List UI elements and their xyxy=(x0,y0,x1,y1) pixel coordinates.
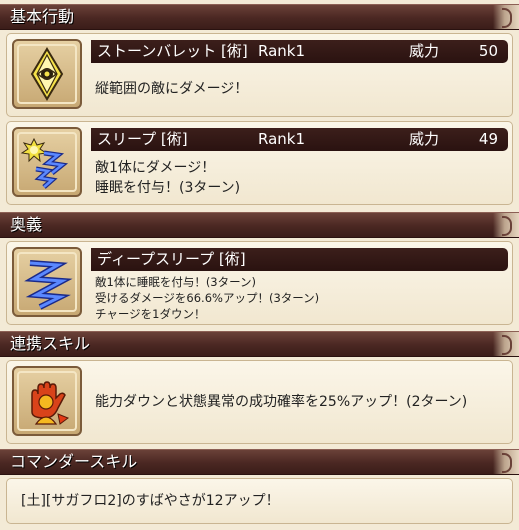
section-title: コマンダースキル xyxy=(10,452,138,471)
skill-title-bar: スリープ [術] Rank1 威力 49 xyxy=(91,128,508,151)
skill-card-stone-bullet[interactable]: ストーンバレット [術] Rank1 威力 50 縦範囲の敵にダメージ！ xyxy=(6,33,513,117)
section-title: 基本行動 xyxy=(10,7,75,26)
commander-skill-card[interactable]: [土][サガフロ2]のすばやさが12アップ！ xyxy=(6,478,513,524)
link-skill-card[interactable]: 能力ダウンと状態異常の成功確率を25%アップ！(2ターン) xyxy=(6,360,513,444)
section-title: 連携スキル xyxy=(10,334,91,353)
commander-skill-description: [土][サガフロ2]のすばやさが12アップ！ xyxy=(21,493,280,509)
skill-rank: Rank1 xyxy=(258,42,306,60)
section-header-ougi: 奥義 xyxy=(0,212,519,238)
skill-title-bar: ストーンバレット [術] Rank1 威力 50 xyxy=(91,40,508,63)
skill-description: 縦範囲の敵にダメージ！ xyxy=(95,79,248,99)
link-skill-hand-icon xyxy=(12,366,82,436)
section-title: 奥義 xyxy=(10,215,43,234)
sleep-zigzag-icon xyxy=(12,127,82,197)
skill-description: 敵1体に睡眠を付与！(3ターン) 受けるダメージを66.6%アップ！(3ターン)… xyxy=(95,274,319,322)
skill-card-sleep[interactable]: スリープ [術] Rank1 威力 49 敵1体にダメージ！ 睡眠を付与！(3タ… xyxy=(6,121,513,205)
description-line: 敵1体にダメージ！ xyxy=(95,160,216,176)
section-header-basic-actions: 基本行動 xyxy=(0,4,519,30)
section-header-link-skill: 連携スキル xyxy=(0,331,519,357)
skill-card-deep-sleep[interactable]: ディープスリープ [術] 敵1体に睡眠を付与！(3ターン) 受けるダメージを66… xyxy=(6,241,513,325)
skill-description: 敵1体にダメージ！ 睡眠を付与！(3ターン) xyxy=(95,158,240,198)
power-value: 49 xyxy=(478,130,498,148)
skill-name: スリープ [術] xyxy=(97,130,188,148)
skill-name: ディープスリープ [術] xyxy=(97,250,246,268)
description-line: 睡眠を付与！(3ターン) xyxy=(95,180,241,196)
description-line: 受けるダメージを66.6%アップ！(3ターン) xyxy=(95,291,320,305)
scroll-ornament-icon xyxy=(493,450,519,474)
description-line: チャージを1ダウン！ xyxy=(95,307,206,321)
description-line: 縦範囲の敵にダメージ！ xyxy=(95,81,249,97)
section-header-commander-skill: コマンダースキル xyxy=(0,449,519,475)
power-label: 威力 xyxy=(409,130,440,148)
skill-rank: Rank1 xyxy=(258,130,306,148)
scroll-ornament-icon xyxy=(493,332,519,356)
scroll-ornament-icon xyxy=(493,5,519,29)
stone-eye-icon xyxy=(12,39,82,109)
power-label: 威力 xyxy=(409,42,440,60)
power-value: 50 xyxy=(478,42,498,60)
skill-title-bar: ディープスリープ [術] xyxy=(91,248,508,271)
deep-sleep-icon xyxy=(12,247,82,317)
link-skill-description: 能力ダウンと状態異常の成功確率を25%アップ！(2ターン) xyxy=(95,394,468,410)
skill-name: ストーンバレット [術] xyxy=(97,42,248,60)
scroll-ornament-icon xyxy=(493,213,519,237)
description-line: 敵1体に睡眠を付与！(3ターン) xyxy=(95,275,257,289)
